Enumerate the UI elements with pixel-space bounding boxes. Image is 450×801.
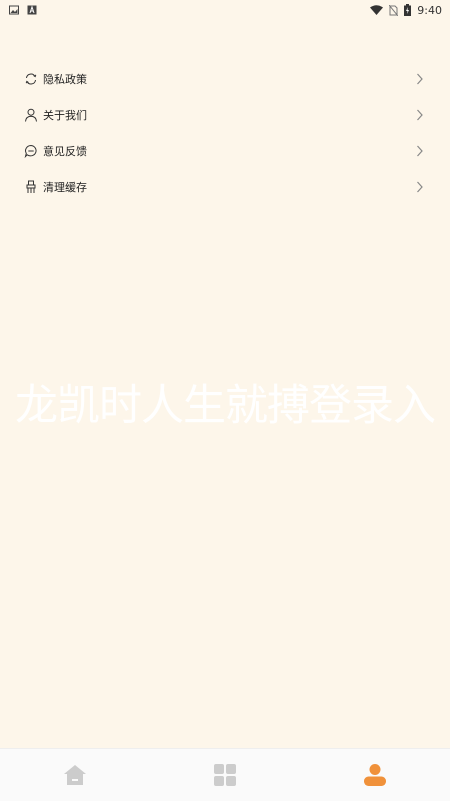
clean-icon [26,180,36,193]
user-icon [364,764,386,786]
menu-item-about-us[interactable]: 关于我们 [0,97,450,133]
tab-profile[interactable] [345,749,405,801]
settings-menu: 隐私政策 关于我们 意见反馈 清理缓存 [0,61,450,205]
menu-item-feedback[interactable]: 意见反馈 [0,133,450,169]
menu-item-label: 关于我们 [43,109,87,122]
menu-item-clear-cache[interactable]: 清理缓存 [0,169,450,205]
menu-item-label: 隐私政策 [43,73,87,86]
chevron-right-icon [417,145,423,157]
grid-icon [214,764,236,786]
gallery-icon [9,5,19,15]
person-icon [25,108,37,122]
watermark-text: 龙凯时人生就搏登录入 [15,381,436,431]
chevron-right-icon [417,181,423,193]
a-icon [27,5,37,15]
bottom-tab-bar [0,748,450,801]
menu-item-privacy-policy[interactable]: 隐私政策 [0,61,450,97]
menu-item-label: 清理缓存 [43,181,87,194]
home-icon [64,765,86,785]
status-bar: 9:40 [0,0,450,20]
no-sim-icon [389,4,399,16]
chevron-right-icon [417,109,423,121]
status-right: 9:40 [370,4,450,17]
refresh-icon [25,73,37,85]
menu-item-label: 意见反馈 [43,145,87,158]
feedback-icon [24,144,37,158]
tab-home[interactable] [45,749,105,801]
status-left [0,5,37,15]
tab-categories[interactable] [195,749,255,801]
wifi-icon [370,5,384,15]
status-time: 9:40 [417,3,442,17]
chevron-right-icon [417,73,423,85]
battery-charging-icon [404,4,412,16]
